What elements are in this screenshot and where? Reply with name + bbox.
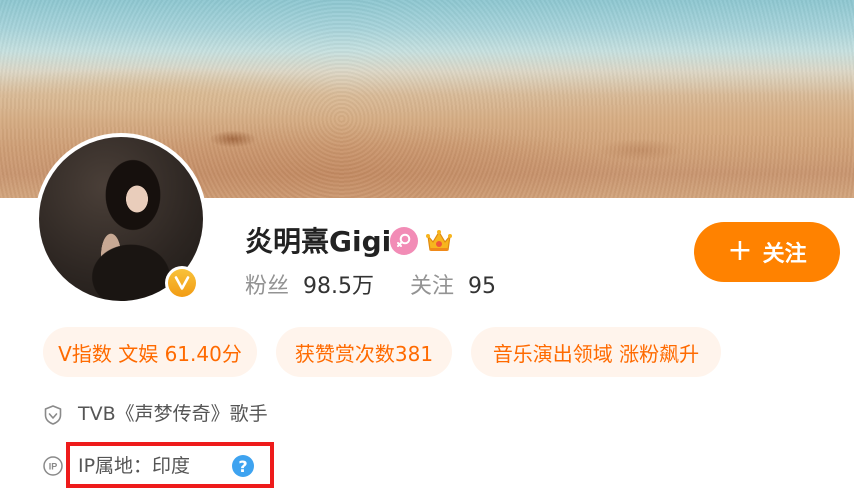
verified-icon xyxy=(165,266,199,300)
following-label[interactable]: 关注 xyxy=(410,270,454,304)
following-count[interactable]: 95 xyxy=(468,270,496,304)
shield-icon xyxy=(44,405,62,425)
followers-label[interactable]: 粉丝 xyxy=(245,270,289,304)
crown-icon[interactable] xyxy=(424,226,454,256)
female-icon xyxy=(390,227,418,255)
tag-music-rising[interactable]: 音乐演出领域 涨粉飙升 xyxy=(471,327,721,377)
profile-name: 炎明熹Gigi xyxy=(245,225,392,258)
ip-icon: IP xyxy=(43,456,63,476)
tag-v-index[interactable]: V指数 文娱 61.40分 xyxy=(43,327,257,377)
tag-reward-count[interactable]: 获赞赏次数381 xyxy=(276,327,452,377)
plus-icon: + xyxy=(727,232,753,268)
svg-text:IP: IP xyxy=(49,462,58,472)
ip-location: IP属地：印度 xyxy=(78,455,191,477)
follow-button-label: 关注 xyxy=(762,242,807,267)
follow-button[interactable]: + 关注 xyxy=(694,222,840,282)
help-icon[interactable]: ? xyxy=(232,455,254,477)
verified-title: TVB《声梦传奇》歌手 xyxy=(78,403,268,425)
followers-count[interactable]: 98.5万 xyxy=(303,270,374,304)
follow-stats: 粉丝 98.5万 关注 95 xyxy=(245,270,496,304)
